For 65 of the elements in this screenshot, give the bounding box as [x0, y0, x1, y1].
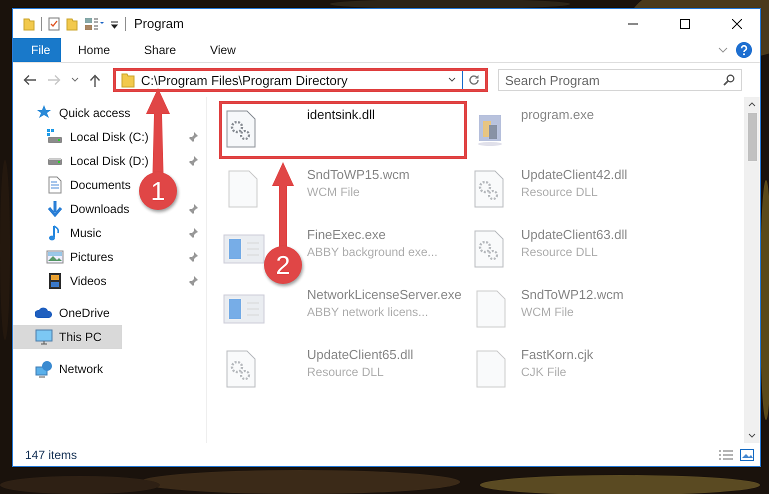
drive-icon	[46, 158, 64, 164]
navigation-item[interactable]: Local Disk (D:)	[13, 149, 151, 173]
search-icon	[723, 74, 735, 86]
properties-icon[interactable]	[48, 16, 60, 30]
film-icon	[46, 272, 64, 290]
navigation-item[interactable]: Network	[13, 357, 106, 381]
window-title: Program	[134, 16, 184, 31]
picture-icon	[46, 248, 64, 266]
file-type: Resource DLL	[521, 185, 599, 199]
navigation-item[interactable]: This PC	[13, 325, 122, 349]
navigation-item[interactable]: Documents	[13, 173, 133, 197]
navigation-item[interactable]: Downloads	[13, 197, 132, 221]
file-type: WCM File	[307, 185, 361, 199]
pin-icon[interactable]	[188, 228, 198, 238]
ribbon-tab[interactable]: File	[13, 38, 61, 62]
file-item[interactable]: identsink.dll	[219, 101, 467, 159]
ribbon-tab[interactable]: Home	[61, 38, 128, 62]
ribbon-tab[interactable]: Share	[127, 38, 194, 62]
expand-ribbon-icon[interactable]	[718, 46, 728, 54]
pin-icon[interactable]	[188, 132, 198, 142]
navigation-item[interactable]: Music	[13, 221, 104, 245]
back-arrow-icon[interactable]	[23, 74, 37, 86]
search-field[interactable]: Search Program	[498, 69, 742, 91]
file-type: Resource DLL	[307, 365, 385, 379]
navigation-item[interactable]: OneDrive	[13, 301, 112, 325]
item-count: 147 items	[25, 448, 78, 462]
address-bar[interactable]: C:\Program Files\Program Directory	[113, 68, 488, 92]
scrollbar[interactable]	[744, 97, 760, 443]
maximize-icon[interactable]	[680, 18, 690, 28]
address-path: C:\Program Files\Program Directory	[141, 72, 349, 88]
down-arrow-icon	[46, 200, 64, 218]
file-type: WCM File	[521, 305, 575, 319]
pin-icon[interactable]	[188, 204, 198, 214]
file-type: ABBY background exe...	[307, 245, 438, 259]
file-name[interactable]: identsink.dll	[307, 107, 375, 122]
navigation-item[interactable]: Local Disk (C:)	[13, 125, 151, 149]
details-view-icon[interactable]	[718, 448, 734, 460]
pin-icon[interactable]	[188, 156, 198, 166]
folder-icon	[121, 72, 135, 88]
computer-icon	[35, 328, 53, 346]
document-icon	[46, 176, 64, 194]
new-folder-icon[interactable]	[66, 16, 78, 30]
refresh-icon[interactable]	[468, 74, 480, 86]
file-type: ABBY network licens...	[307, 305, 430, 319]
navigation-item[interactable]: Videos	[13, 269, 108, 293]
network-icon	[35, 360, 53, 378]
scroll-down-icon[interactable]	[748, 433, 756, 439]
drive-icon	[46, 128, 64, 146]
close-icon[interactable]	[732, 18, 742, 28]
pin-icon[interactable]	[188, 276, 198, 286]
pin-icon[interactable]	[188, 252, 198, 262]
layout-icon[interactable]	[84, 16, 104, 30]
scroll-up-icon[interactable]	[748, 101, 756, 107]
file-type: CJK File	[521, 365, 568, 379]
file-type: Resource DLL	[521, 245, 599, 259]
up-arrow-icon[interactable]	[89, 74, 101, 86]
navigation-item[interactable]: Pictures	[13, 245, 116, 269]
dropdown-icon[interactable]	[448, 77, 456, 83]
scroll-thumb[interactable]	[748, 113, 756, 161]
large-icons-view-icon[interactable]	[740, 448, 754, 460]
ribbon-tab[interactable]: View	[193, 38, 253, 62]
recent-locations-icon[interactable]	[71, 77, 79, 83]
navigation-item[interactable]: Quick access	[13, 101, 132, 125]
help-icon[interactable]	[736, 42, 752, 58]
folder-icon[interactable]	[23, 16, 35, 30]
